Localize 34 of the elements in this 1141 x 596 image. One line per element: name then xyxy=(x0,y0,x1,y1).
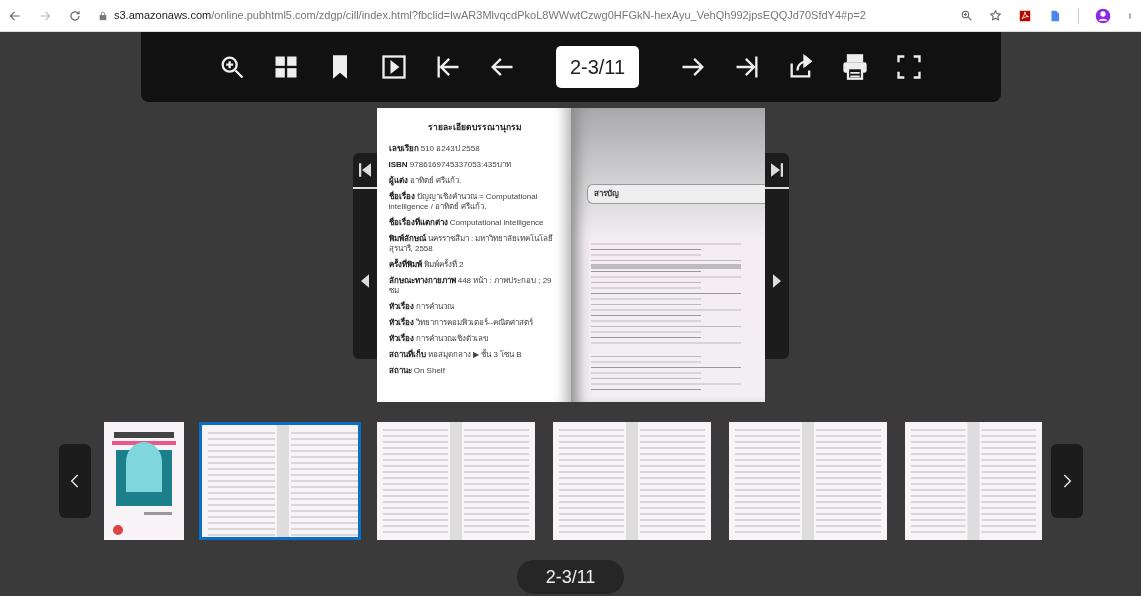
page-thumbnail[interactable] xyxy=(552,422,711,540)
page-title: รายละเอียดบรรณานุกรม xyxy=(426,122,523,133)
record-field: ชื่อเรื่องที่แตกต่าง Computational intelligence xyxy=(388,218,561,229)
record-field: สถานที่เก็บ หอสมุดกลาง ▶ ชั้น 3 โซน B xyxy=(388,350,561,361)
print-icon[interactable] xyxy=(841,53,870,81)
record-field: ลักษณะทางกายภาพ 448 หน้า : ภาพประกอบ ; 29 ซม xyxy=(388,276,561,297)
record-field: ISBN 9786169745337053:435บาท xyxy=(388,160,561,171)
lock-icon xyxy=(98,10,108,21)
fullscreen-icon[interactable] xyxy=(895,53,924,81)
page-thumbnail[interactable] xyxy=(904,422,1042,540)
zoom-icon[interactable] xyxy=(960,9,973,22)
thumbnail-scroll-button[interactable] xyxy=(58,444,91,518)
record-field: หัวเรื่อง วิทยาการคอมพิวเตอร์--คณิตศาสตร์ xyxy=(388,318,561,329)
record-field: หัวเรื่อง การคำนวณเชิงตัวเลข xyxy=(388,334,561,345)
record-field: ชื่อเรื่อง ปัญญาเชิงคำนวณ = Computational intelligence / อาทิตย์ ศรีแก้ว. xyxy=(388,192,561,213)
page-thumbnail[interactable] xyxy=(376,422,535,540)
avatar-icon[interactable] xyxy=(1095,7,1111,24)
record-field: ครั้งที่พิมพ์ พิมพ์ครั้งที่ 2 xyxy=(388,260,561,271)
page-thumbnail[interactable] xyxy=(103,422,184,540)
record-field: ผู้แต่ง อาทิตย์ ศรีแก้ว. xyxy=(388,176,561,187)
record-field: สถานะ On Shelf xyxy=(388,366,561,377)
reload-icon[interactable] xyxy=(68,8,82,23)
record-field: พิมพ์ลักษณ์ นครราชสีมา : มหาวิทยาลัยเทคโนโลยีสุรนารี, 2558 xyxy=(388,234,561,255)
contents-heading: สารบัญ xyxy=(586,184,765,204)
thumbnail-scroll-button[interactable] xyxy=(1050,444,1083,518)
record-field: เลขเรียก 510 อ243ป 2558 xyxy=(388,144,561,155)
pdf-icon[interactable] xyxy=(1018,8,1032,23)
play-icon[interactable] xyxy=(379,53,408,81)
star-icon[interactable] xyxy=(989,9,1002,22)
page-thumbnail[interactable] xyxy=(728,422,887,540)
page-thumbnail[interactable] xyxy=(198,422,361,540)
record-field: หัวเรื่อง การคำนวณ xyxy=(388,302,561,313)
page-counter: 2-3/11 xyxy=(517,560,624,594)
page-number-field[interactable]: 2-3/11 xyxy=(555,46,640,88)
